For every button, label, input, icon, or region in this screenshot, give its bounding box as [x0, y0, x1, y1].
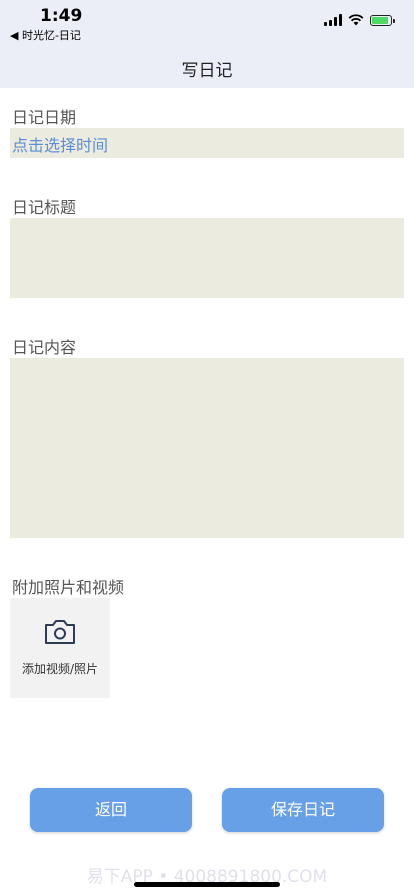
back-to-app-link[interactable]: ◀ 时光忆-日记 [10, 27, 81, 43]
add-media-button[interactable]: 添加视频/照片 [10, 598, 110, 698]
status-bar: 1:49 ◀ 时光忆-日记 [0, 0, 414, 44]
status-icons [324, 14, 395, 26]
battery-icon [370, 14, 395, 26]
battery-level [372, 16, 388, 24]
camera-icon [45, 620, 75, 644]
content-textarea[interactable] [10, 358, 404, 538]
save-diary-button[interactable]: 保存日记 [222, 788, 384, 832]
status-time: 1:49 [40, 6, 83, 26]
back-button[interactable]: 返回 [30, 788, 192, 832]
page-title: 写日记 [181, 61, 233, 81]
nav-bar: 写日记 [0, 44, 414, 88]
media-label: 附加照片和视频 [12, 578, 125, 597]
title-input[interactable] [10, 218, 404, 298]
wifi-icon [348, 14, 364, 26]
date-picker-field[interactable]: 点击选择时间 [10, 128, 404, 158]
home-indicator[interactable] [134, 882, 280, 887]
signal-icon [324, 14, 342, 26]
title-label: 日记标题 [12, 198, 77, 217]
date-label: 日记日期 [12, 108, 77, 127]
content-label: 日记内容 [12, 338, 77, 357]
add-media-label: 添加视频/照片 [21, 662, 99, 676]
